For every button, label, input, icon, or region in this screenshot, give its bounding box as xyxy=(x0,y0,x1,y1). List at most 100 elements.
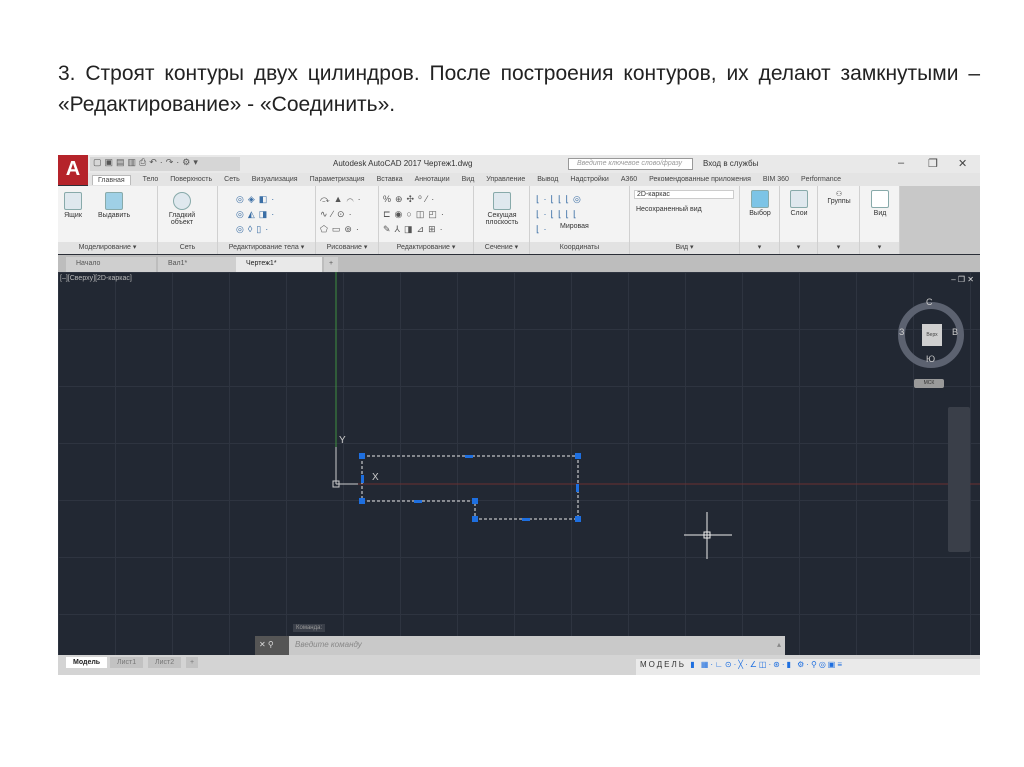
command-close-icon[interactable]: ✕ ⚲ xyxy=(255,636,289,655)
panel-label[interactable]: Вид ▾ xyxy=(630,242,739,254)
viewcube-face-top[interactable]: Верх xyxy=(922,324,942,346)
ribbon-tab[interactable]: Аннотации xyxy=(415,176,450,183)
compass-east[interactable]: В xyxy=(952,327,958,337)
slide-heading: 3. Строят контуры двух цилиндров. После … xyxy=(58,62,980,116)
drawing-canvas[interactable]: [–][Сверху][2D-каркас] – ❐ ✕ Y X Верх С … xyxy=(58,272,980,655)
extrude-label: Выдавить xyxy=(98,212,131,219)
ribbon-tab[interactable]: Визуализация xyxy=(252,176,298,183)
select-button[interactable]: Выбор xyxy=(744,190,776,217)
panel-view2: Вид ▾ xyxy=(860,186,900,254)
tab-val1[interactable]: Вал1* xyxy=(158,257,238,272)
ribbon-tab[interactable]: Главная xyxy=(92,174,131,185)
minimize-button[interactable]: – xyxy=(898,157,904,169)
panel-label[interactable]: Редактирование тела ▾ xyxy=(218,242,315,254)
ribbon-tab[interactable]: Сеть xyxy=(224,176,240,183)
compass-west[interactable]: З xyxy=(899,327,904,337)
panel-groups: ⚇ Группы ▾ xyxy=(818,186,860,254)
layout-tab-sheet2[interactable]: Лист2 xyxy=(148,657,182,668)
ucs-dropdown[interactable]: Мировая xyxy=(560,223,589,230)
panel-view: 2D-каркас Несохраненный вид Вид ▾ xyxy=(630,186,740,254)
named-view-dropdown[interactable]: Несохраненный вид xyxy=(634,206,734,213)
box-icon xyxy=(64,192,82,210)
new-tab-button[interactable]: + xyxy=(324,257,339,272)
ucs-icons[interactable]: ⌊·⌊⌊⌊◎ ⌊·⌊⌊⌊⌊ ⌊· xyxy=(536,192,585,237)
window-title: Autodesk AutoCAD 2017 Чертеж1.dwg xyxy=(333,159,473,168)
layers-button[interactable]: Слои xyxy=(784,190,814,217)
app-menu-button[interactable]: A xyxy=(58,155,88,185)
select-icon xyxy=(751,190,769,208)
panel-label[interactable]: Сеть xyxy=(158,242,217,254)
view-icon xyxy=(871,190,889,208)
select-label: Выбор xyxy=(749,210,771,217)
quick-access-toolbar[interactable]: ▢▣▤▥⎙↶·↷·⚙▾ xyxy=(90,157,240,171)
status-toggle-icons[interactable]: ▮ ▦·∟⊙·╳·∠◫·⊛·▮ ⚙·⚲◎▣≡ xyxy=(690,660,844,669)
modify-icons[interactable]: %⊕✣⁰⁄· ⊏◉○◫◰· ✎⅄◨⊿⊞· xyxy=(383,192,448,237)
model-space-button[interactable]: МОДЕЛЬ xyxy=(640,660,686,669)
ucs-menu[interactable]: МСК xyxy=(914,379,944,388)
ribbon-tab[interactable]: Тело xyxy=(143,176,159,183)
ribbon-tab[interactable]: Рекомендованные приложения xyxy=(649,176,751,183)
search-input[interactable]: Введите ключевое слово/фразу xyxy=(568,158,693,170)
panel-label[interactable]: ▾ xyxy=(740,242,779,254)
ribbon-tab[interactable]: Вставка xyxy=(377,176,403,183)
panel-label[interactable]: ▾ xyxy=(860,242,899,254)
solid-edit-icons[interactable]: ◎◈◧· ◎◭◨· ◎◊▯· xyxy=(236,192,278,237)
tab-drawing1[interactable]: Чертеж1* xyxy=(236,257,322,272)
panel-coordinates: ⌊·⌊⌊⌊◎ ⌊·⌊⌊⌊⌊ ⌊· Мировая Координаты xyxy=(530,186,630,254)
panel-label[interactable]: Координаты xyxy=(530,242,629,254)
extrude-button[interactable]: Выдавить xyxy=(98,192,130,219)
compass-south[interactable]: Ю xyxy=(926,354,935,364)
grips[interactable] xyxy=(359,453,581,522)
maximize-button[interactable]: ❐ xyxy=(928,157,938,170)
smooth-object-icon xyxy=(173,192,191,210)
ribbon-tab[interactable]: Performance xyxy=(801,176,841,183)
command-input[interactable]: Введите команду xyxy=(295,640,362,649)
crosshair-cursor xyxy=(684,512,732,559)
box-button[interactable]: Ящик xyxy=(64,192,82,219)
panel-label[interactable]: Сечение ▾ xyxy=(474,242,529,254)
ribbon-tab[interactable]: Поверхность xyxy=(170,176,212,183)
closed-polyline[interactable] xyxy=(361,455,579,520)
ribbon: Ящик Выдавить Моделирование ▾ Гладкий об… xyxy=(58,186,980,254)
view-button[interactable]: Вид xyxy=(864,190,896,217)
command-history-toggle[interactable]: ▴ xyxy=(777,640,781,649)
y-axis-label: Y xyxy=(339,435,346,446)
command-line[interactable]: ✕ ⚲ Введите команду ▴ xyxy=(255,636,785,655)
ribbon-empty-area xyxy=(900,186,980,254)
panel-label[interactable]: Рисование ▾ xyxy=(316,242,378,254)
panel-label[interactable]: Редактирование ▾ xyxy=(379,242,473,254)
signin-button[interactable]: Вход в службы xyxy=(703,159,758,168)
ribbon-tab[interactable]: Надстройки xyxy=(570,176,608,183)
layout-tab-model[interactable]: Модель xyxy=(66,657,108,668)
section-plane-button[interactable]: Секущая плоскость xyxy=(478,192,526,226)
visual-style-dropdown[interactable]: 2D-каркас xyxy=(634,190,734,199)
ribbon-tab[interactable]: A360 xyxy=(621,176,637,183)
ribbon-tab[interactable]: Параметризация xyxy=(310,176,365,183)
viewcube[interactable]: Верх С Ю В З xyxy=(898,297,964,368)
panel-label[interactable]: ▾ xyxy=(780,242,817,254)
panel-modify: %⊕✣⁰⁄· ⊏◉○◫◰· ✎⅄◨⊿⊞· Редактирование ▾ xyxy=(379,186,474,254)
groups-button[interactable]: ⚇ Группы xyxy=(822,190,856,205)
panel-section: Секущая плоскость Сечение ▾ xyxy=(474,186,530,254)
extrude-icon xyxy=(105,192,124,210)
command-history-label: Команда: xyxy=(293,624,326,632)
add-layout-button[interactable]: + xyxy=(186,657,199,668)
tab-start[interactable]: Начало xyxy=(66,257,156,272)
panel-select: Выбор ▾ xyxy=(740,186,780,254)
panel-label[interactable]: ▾ xyxy=(818,242,859,254)
ribbon-tab[interactable]: Вид xyxy=(462,176,475,183)
ribbon-tabs: Главная Тело Поверхность Сеть Визуализация Па… xyxy=(88,173,980,186)
draw-icons[interactable]: ⤼▲⌒· ∿∕⊙· ⬠▭⊚· xyxy=(320,192,365,237)
ribbon-tab[interactable]: Вывод xyxy=(537,176,558,183)
title-bar: ▢▣▤▥⎙↶·↷·⚙▾ Autodesk AutoCAD 2017 Чертеж… xyxy=(58,155,980,173)
close-button[interactable]: ✕ xyxy=(958,157,967,170)
panel-label[interactable]: Моделирование ▾ xyxy=(58,242,157,254)
compass-north[interactable]: С xyxy=(926,297,933,307)
drawing-svg xyxy=(332,272,980,559)
document-tabs: Начало Вал1* Чертеж1* + xyxy=(58,255,980,272)
layout-tab-sheet1[interactable]: Лист1 xyxy=(110,657,144,668)
smooth-object-button[interactable]: Гладкий объект xyxy=(166,192,198,226)
ribbon-tab[interactable]: BIM 360 xyxy=(763,176,789,183)
ribbon-tab[interactable]: Управление xyxy=(486,176,525,183)
navigation-bar[interactable] xyxy=(948,407,970,552)
